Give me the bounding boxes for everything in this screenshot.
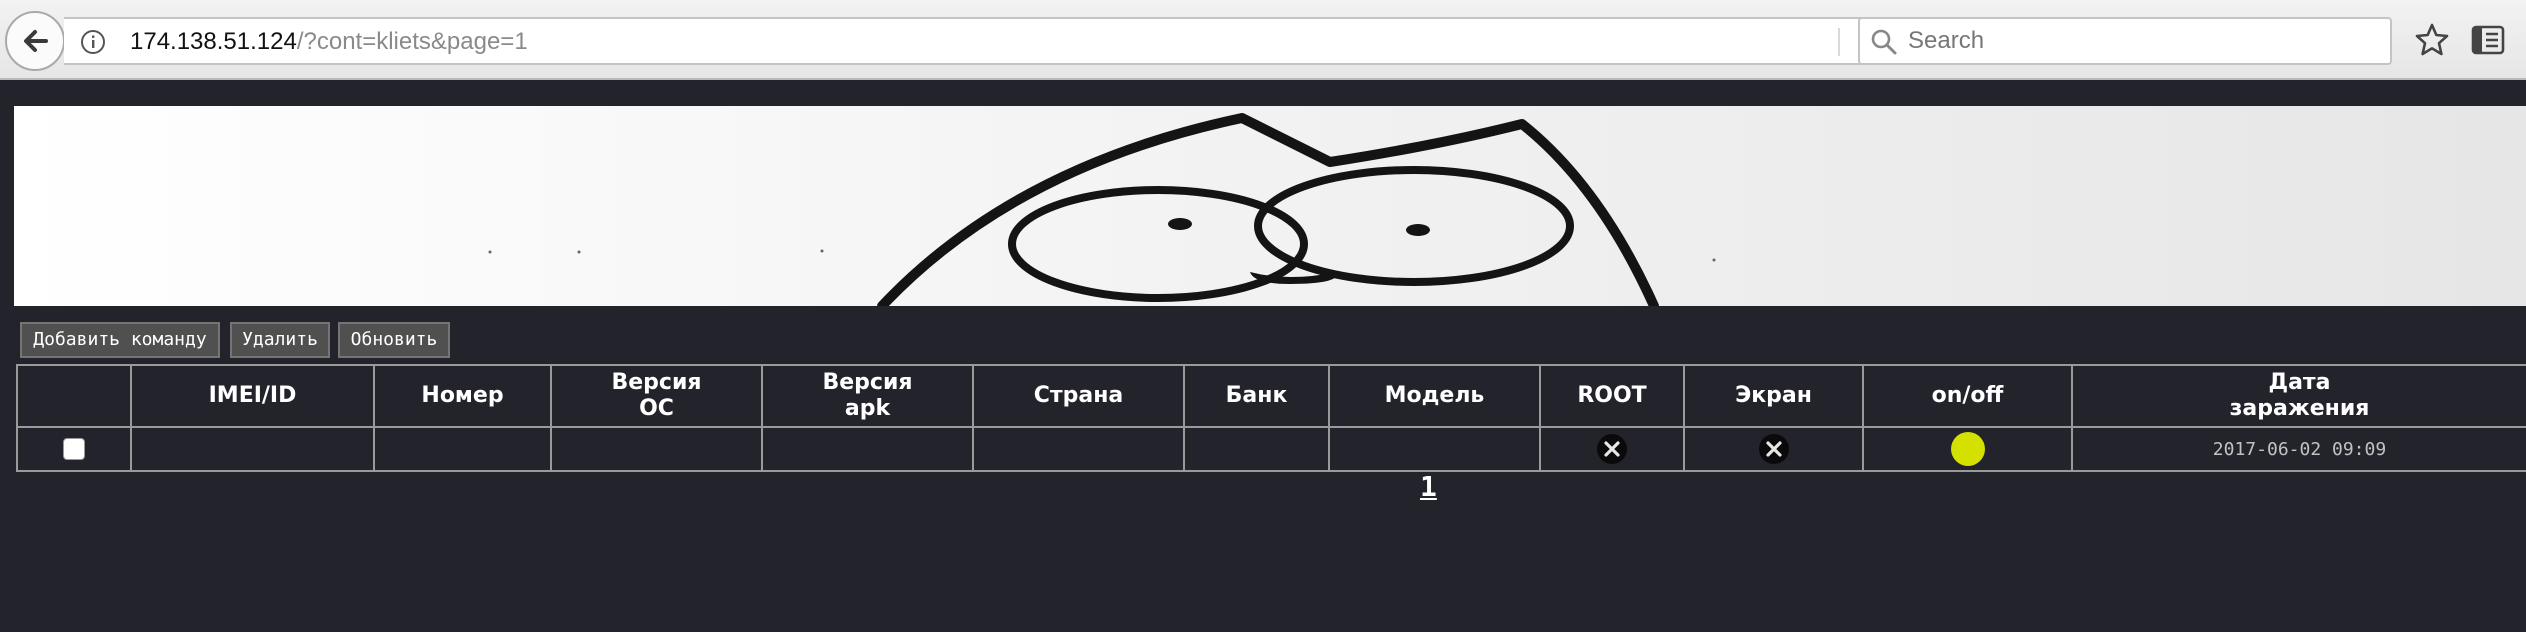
column-header-country: Страна: [972, 364, 1185, 428]
browser-toolbar: 174.138.51.124/?cont=kliets&page=1: [0, 0, 2526, 80]
x-circle-icon: [1597, 434, 1627, 464]
search-bar: [1858, 17, 2392, 65]
x-circle-icon: [1758, 434, 1789, 464]
back-button[interactable]: [5, 11, 65, 71]
os-version-cell: [550, 426, 763, 472]
info-icon[interactable]: [80, 29, 106, 55]
url-divider: [1838, 28, 1840, 56]
column-header-os-version: Версия ОС: [550, 364, 763, 428]
bank-cell: [1183, 426, 1330, 472]
bookmark-star-icon[interactable]: [2414, 22, 2450, 58]
screen-cell: [1683, 426, 1864, 472]
column-header-imei: IMEI/ID: [130, 364, 375, 428]
column-header-root: ROOT: [1539, 364, 1685, 428]
reading-list-icon[interactable]: [2470, 22, 2506, 58]
row-select-cell: [16, 426, 132, 472]
infection-date-cell: 2017-06-02 09:09: [2071, 426, 2526, 472]
url-host: 174.138.51.124: [130, 28, 297, 55]
column-header-screen: Экран: [1683, 364, 1864, 428]
column-header-number: Номер: [373, 364, 552, 428]
root-cell: [1539, 426, 1685, 472]
clients-table: IMEI/ID Номер Версия ОС Версия apk Стран…: [16, 364, 2526, 472]
back-arrow-icon: [24, 30, 48, 52]
imei-cell: [130, 426, 375, 472]
online-status-dot: [1950, 432, 1985, 466]
column-header-model: Модель: [1328, 364, 1541, 428]
column-header-infection-date: Дата заражения: [2071, 364, 2526, 428]
add-command-button[interactable]: Добавить команду: [20, 322, 220, 358]
table-row: 2017-06-02 09:09: [16, 426, 2526, 472]
country-cell: [972, 426, 1185, 472]
model-cell: [1328, 426, 1541, 472]
column-header-apk-version: Версия apk: [761, 364, 974, 428]
url-text: 174.138.51.124/?cont=kliets&page=1: [130, 29, 528, 55]
number-cell: [373, 426, 552, 472]
apk-version-cell: [761, 426, 974, 472]
search-input[interactable]: [1908, 25, 2378, 57]
column-header-bank: Банк: [1183, 364, 1330, 428]
row-checkbox[interactable]: [63, 438, 85, 460]
column-header-on-off: on/off: [1862, 364, 2073, 428]
cartoon-cat-illustration: [14, 106, 2526, 306]
search-icon: [1871, 29, 1897, 55]
table-header-row: IMEI/ID Номер Версия ОС Версия apk Стран…: [16, 364, 2526, 428]
on-off-cell: [1862, 426, 2073, 472]
header-banner-image: [14, 106, 2526, 306]
address-bar[interactable]: 174.138.51.124/?cont=kliets&page=1: [64, 17, 1882, 65]
refresh-button[interactable]: Обновить: [338, 322, 450, 358]
url-path: /?cont=kliets&page=1: [296, 28, 528, 55]
delete-button[interactable]: Удалить: [230, 322, 330, 358]
column-header-select: [16, 364, 132, 428]
pagination-page-link[interactable]: 1: [1420, 470, 1437, 503]
